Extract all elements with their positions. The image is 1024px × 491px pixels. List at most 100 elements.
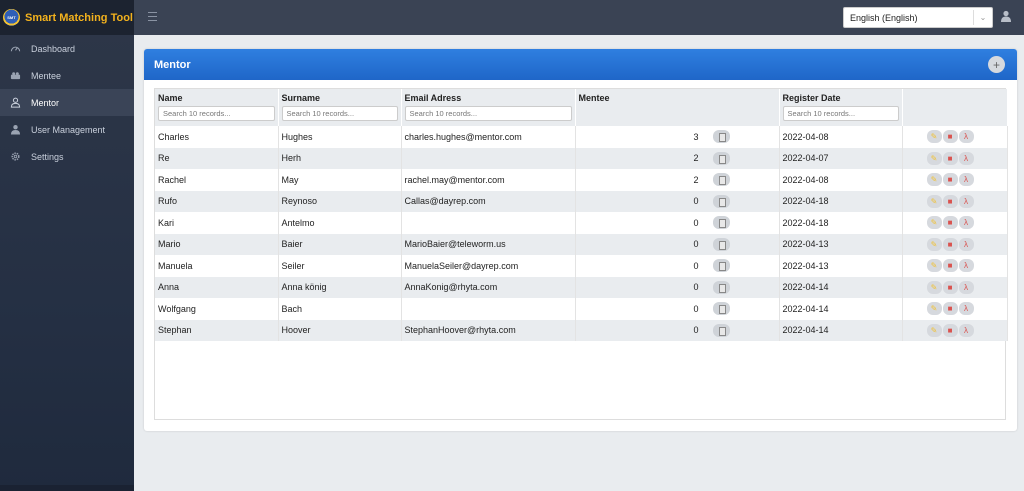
trash-icon[interactable]: ■ bbox=[942, 302, 958, 316]
document-icon[interactable] bbox=[712, 237, 730, 251]
pdf-icon[interactable]: λ bbox=[958, 216, 974, 230]
email-search-input[interactable]: Search 10 records... bbox=[404, 106, 572, 121]
table-row[interactable]: Rachel May rachel.may@mentor.com 2 2022-04-0… bbox=[155, 169, 1008, 191]
trash-icon[interactable]: ■ bbox=[942, 194, 958, 208]
mentee-count: 2 bbox=[693, 174, 699, 185]
sidebar-item-mentor[interactable]: Mentor bbox=[0, 89, 134, 116]
pdf-icon[interactable]: λ bbox=[958, 302, 974, 316]
cell-name: Mario bbox=[155, 233, 279, 255]
column-header-surname: Surname Search 10 records... bbox=[278, 89, 402, 126]
table-row[interactable]: Kari Antelmo 0 2022-04-18 ✎ ■ λ bbox=[155, 212, 1008, 234]
pdf-icon[interactable]: λ bbox=[958, 151, 974, 165]
document-icon[interactable] bbox=[712, 302, 730, 316]
mentor-table-container: Name Search 10 records... Surname Search 1… bbox=[154, 88, 1008, 420]
edit-icon[interactable]: ✎ bbox=[926, 259, 942, 273]
document-icon[interactable] bbox=[712, 151, 730, 165]
pdf-icon[interactable]: λ bbox=[958, 280, 974, 294]
cell-surname: Baier bbox=[278, 233, 402, 255]
trash-icon[interactable]: ■ bbox=[942, 323, 958, 337]
trash-icon[interactable]: ■ bbox=[942, 216, 958, 230]
surname-search-input[interactable]: Search 10 records... bbox=[281, 106, 398, 121]
cell-mentee: 2 bbox=[575, 147, 780, 169]
sidebar-footer bbox=[0, 485, 134, 491]
sidebar-item-settings[interactable]: Settings bbox=[0, 143, 134, 170]
cell-register-date: 2022-04-14 bbox=[779, 319, 903, 341]
table-row[interactable]: Rufo Reynoso Callas@dayrep.com 0 2022-04-18 ✎… bbox=[155, 190, 1008, 212]
cell-surname: Reynoso bbox=[278, 190, 402, 212]
trash-icon[interactable]: ■ bbox=[942, 173, 958, 187]
column-label: Surname bbox=[281, 93, 321, 103]
document-icon[interactable] bbox=[712, 216, 730, 230]
edit-icon[interactable]: ✎ bbox=[926, 216, 942, 230]
person-icon bbox=[9, 97, 21, 109]
cell-email bbox=[401, 298, 576, 320]
register-date-search-input[interactable]: Search 10 records... bbox=[782, 106, 899, 121]
cell-surname: Hoover bbox=[278, 319, 402, 341]
table-row[interactable]: Manuela Seiler ManuelaSeiler@dayrep.com 0 20… bbox=[155, 255, 1008, 277]
edit-icon[interactable]: ✎ bbox=[926, 237, 942, 251]
pdf-icon[interactable]: λ bbox=[958, 130, 974, 144]
card-header: Mentor + bbox=[144, 49, 1017, 80]
mentee-count: 0 bbox=[693, 239, 699, 250]
sidebar-item-label: Mentee bbox=[31, 70, 62, 81]
document-icon[interactable] bbox=[712, 259, 730, 273]
edit-icon[interactable]: ✎ bbox=[926, 173, 942, 187]
cell-mentee: 0 bbox=[575, 190, 780, 212]
user-icon[interactable] bbox=[1000, 10, 1012, 22]
edit-icon[interactable]: ✎ bbox=[926, 130, 942, 144]
add-mentor-button[interactable]: + bbox=[988, 56, 1005, 73]
cell-register-date: 2022-04-14 bbox=[779, 298, 903, 320]
mentee-count: 0 bbox=[693, 260, 699, 271]
cell-register-date: 2022-04-08 bbox=[779, 169, 903, 191]
cell-actions: ✎ ■ λ bbox=[902, 147, 1008, 169]
cell-name: Kari bbox=[155, 212, 279, 234]
trash-icon[interactable]: ■ bbox=[942, 151, 958, 165]
sidebar: SMT Smart Matching Tool Dashboard Mentee M… bbox=[0, 0, 134, 491]
trash-icon[interactable]: ■ bbox=[942, 259, 958, 273]
trash-icon[interactable]: ■ bbox=[942, 280, 958, 294]
pdf-icon[interactable]: λ bbox=[958, 194, 974, 208]
pdf-icon[interactable]: λ bbox=[958, 237, 974, 251]
cell-actions: ✎ ■ λ bbox=[902, 233, 1008, 255]
document-icon[interactable] bbox=[712, 130, 730, 144]
mentee-count: 0 bbox=[693, 303, 699, 314]
sidebar-item-mentee[interactable]: Mentee bbox=[0, 62, 134, 89]
pdf-icon[interactable]: λ bbox=[958, 173, 974, 187]
cell-register-date: 2022-04-08 bbox=[779, 126, 903, 148]
cell-surname: Hughes bbox=[278, 126, 402, 148]
sidebar-item-dashboard[interactable]: Dashboard bbox=[0, 35, 134, 62]
edit-icon[interactable]: ✎ bbox=[926, 302, 942, 316]
sidebar-item-user-management[interactable]: User Management bbox=[0, 116, 134, 143]
cell-name: Rufo bbox=[155, 190, 279, 212]
edit-icon[interactable]: ✎ bbox=[926, 280, 942, 294]
column-header-register-date: Register Date Search 10 records... bbox=[779, 89, 903, 126]
cell-email: StephanHoover@rhyta.com bbox=[401, 319, 576, 341]
cell-email: Callas@dayrep.com bbox=[401, 190, 576, 212]
document-icon[interactable] bbox=[712, 280, 730, 294]
cell-register-date: 2022-04-13 bbox=[779, 255, 903, 277]
language-select[interactable]: English (English) ⌄ bbox=[843, 7, 993, 28]
document-icon[interactable] bbox=[712, 173, 730, 187]
edit-icon[interactable]: ✎ bbox=[926, 151, 942, 165]
trash-icon[interactable]: ■ bbox=[942, 130, 958, 144]
app-logo: SMT bbox=[3, 9, 20, 26]
edit-icon[interactable]: ✎ bbox=[926, 194, 942, 208]
pdf-icon[interactable]: λ bbox=[958, 323, 974, 337]
brand[interactable]: SMT Smart Matching Tool bbox=[0, 0, 134, 35]
table-row[interactable]: Re Herh 2 2022-04-07 ✎ ■ λ bbox=[155, 147, 1008, 169]
table-row[interactable]: Anna Anna könig AnnaKonig@rhyta.com 0 2022-0… bbox=[155, 276, 1008, 298]
pdf-icon[interactable]: λ bbox=[958, 259, 974, 273]
table-row[interactable]: Stephan Hoover StephanHoover@rhyta.com 0 202… bbox=[155, 319, 1008, 341]
cell-name: Rachel bbox=[155, 169, 279, 191]
cell-email: ManuelaSeiler@dayrep.com bbox=[401, 255, 576, 277]
table-row[interactable]: Mario Baier MarioBaier@teleworm.us 0 2022-04… bbox=[155, 233, 1008, 255]
document-icon[interactable] bbox=[712, 323, 730, 337]
menu-toggle-icon[interactable] bbox=[148, 12, 157, 21]
name-search-input[interactable]: Search 10 records... bbox=[158, 106, 275, 121]
trash-icon[interactable]: ■ bbox=[942, 237, 958, 251]
table-row[interactable]: Wolfgang Bach 0 2022-04-14 ✎ ■ λ bbox=[155, 298, 1008, 320]
edit-icon[interactable]: ✎ bbox=[926, 323, 942, 337]
page-title: Mentor bbox=[154, 58, 191, 71]
document-icon[interactable] bbox=[712, 194, 730, 208]
table-row[interactable]: Charles Hughes charles.hughes@mentor.com 3 2… bbox=[155, 126, 1008, 148]
